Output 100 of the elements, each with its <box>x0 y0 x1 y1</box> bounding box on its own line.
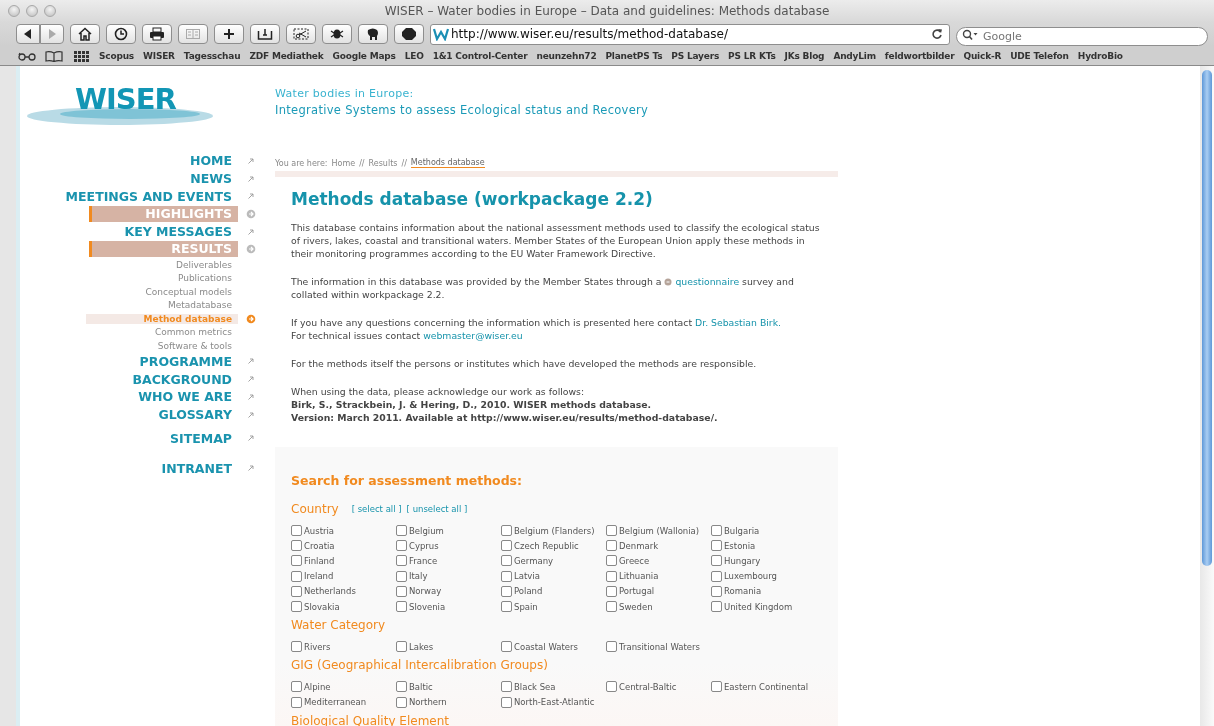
checkbox[interactable] <box>396 540 407 552</box>
bookmark-link[interactable]: PlanetPS Ts <box>605 50 663 61</box>
submenu-link[interactable]: Conceptual models <box>145 286 238 297</box>
checkbox[interactable] <box>606 681 617 693</box>
menu-link[interactable]: BACKGROUND <box>132 371 238 387</box>
toolbar-button[interactable] <box>394 24 424 44</box>
checkbox[interactable] <box>711 570 722 582</box>
checkbox[interactable] <box>606 641 617 653</box>
text-link[interactable]: [ unselect all ] <box>406 504 468 514</box>
menu-link[interactable]: HOME <box>189 153 238 169</box>
book-icon[interactable] <box>45 49 63 62</box>
checkbox[interactable] <box>606 570 617 582</box>
submenu-link[interactable]: Deliverables <box>176 259 238 270</box>
breadcrumb-link[interactable]: Results <box>368 158 398 168</box>
checkbox[interactable] <box>396 585 407 597</box>
checkbox[interactable] <box>606 585 617 597</box>
checkbox[interactable] <box>291 681 302 693</box>
submenu-link[interactable]: Metadatabase <box>167 300 238 311</box>
bookmark-link[interactable]: Tagesschau <box>183 50 241 61</box>
submenu-link[interactable]: Software & tools <box>157 340 238 351</box>
checkbox[interactable] <box>606 555 617 567</box>
toolbar-button[interactable] <box>322 24 352 44</box>
breadcrumb-link[interactable]: Methods database <box>410 158 485 168</box>
bookmark-link[interactable]: PS LR KTs <box>728 50 776 61</box>
checkbox[interactable] <box>291 570 302 582</box>
menu-link[interactable]: WHO WE ARE <box>138 389 238 405</box>
checkbox[interactable] <box>396 525 407 537</box>
menu-link[interactable]: PROGRAMME <box>139 353 238 369</box>
checkbox[interactable] <box>501 681 512 693</box>
checkbox[interactable] <box>501 540 512 552</box>
checkbox[interactable] <box>711 585 722 597</box>
toolbar-button[interactable] <box>286 24 316 44</box>
checkbox[interactable] <box>606 601 617 613</box>
breadcrumb-link[interactable]: Home <box>331 158 356 168</box>
menu-link[interactable]: GLOSSARY <box>158 407 238 423</box>
text-link[interactable]: Dr. Sebastian Birk. <box>695 317 781 328</box>
checkbox[interactable] <box>291 585 302 597</box>
menu-link[interactable]: KEY MESSAGES <box>124 224 238 240</box>
menu-link[interactable]: MEETINGS AND EVENTS <box>65 188 238 204</box>
bookmark-link[interactable]: LEO <box>404 50 424 61</box>
bookmark-link[interactable]: WISER <box>143 50 175 61</box>
checkbox[interactable] <box>291 555 302 567</box>
checkbox[interactable] <box>396 696 407 708</box>
bookmark-link[interactable]: UDE Telefon <box>1010 50 1069 61</box>
checkbox[interactable] <box>711 525 722 537</box>
close-button[interactable] <box>8 5 20 17</box>
checkbox[interactable] <box>291 641 302 653</box>
checkbox[interactable] <box>711 540 722 552</box>
checkbox[interactable] <box>396 555 407 567</box>
menu-link[interactable]: HIGHLIGHTS <box>89 205 238 222</box>
site-logo[interactable]: WISER <box>25 82 215 128</box>
checkbox[interactable] <box>711 555 722 567</box>
bookmark-link[interactable]: JKs Blog <box>784 50 825 61</box>
submenu-link[interactable]: Common metrics <box>154 327 238 338</box>
bookmark-link[interactable]: 1&1 Control-Center <box>432 50 528 61</box>
minimize-button[interactable] <box>26 5 38 17</box>
menu-link[interactable]: RESULTS <box>89 241 238 258</box>
menu-link[interactable]: SITEMAP <box>170 430 238 446</box>
checkbox[interactable] <box>291 525 302 537</box>
bookmark-link[interactable]: Google Maps <box>332 50 396 61</box>
toolbar-button[interactable] <box>250 24 280 44</box>
checkbox[interactable] <box>501 525 512 537</box>
toolbar-button[interactable] <box>142 24 172 44</box>
checkbox[interactable] <box>396 641 407 653</box>
bookmark-link[interactable]: ZDF Mediathek <box>249 50 324 61</box>
menu-link[interactable]: INTRANET <box>161 460 238 476</box>
checkbox[interactable] <box>711 601 722 613</box>
bookmark-link[interactable]: PS Layers <box>671 50 720 61</box>
search-field[interactable]: Google <box>956 26 1208 46</box>
scrollbar[interactable] <box>1200 66 1214 726</box>
back-button[interactable] <box>16 24 40 44</box>
submenu-link[interactable]: Method database <box>86 313 238 324</box>
checkbox[interactable] <box>711 681 722 693</box>
checkbox[interactable] <box>606 540 617 552</box>
checkbox[interactable] <box>396 570 407 582</box>
text-link[interactable]: webmaster@wiser.eu <box>423 330 523 341</box>
toolbar-button[interactable] <box>106 24 136 44</box>
checkbox[interactable] <box>291 540 302 552</box>
checkbox[interactable] <box>501 585 512 597</box>
toolbar-button[interactable] <box>358 24 388 44</box>
reload-icon[interactable] <box>931 28 943 40</box>
bookmark-link[interactable]: Scopus <box>99 50 134 61</box>
bookmark-link[interactable]: Quick-R <box>963 50 1002 61</box>
checkbox[interactable] <box>501 601 512 613</box>
bookmark-link[interactable]: feldwortbilder <box>884 50 955 61</box>
submenu-link[interactable]: Publications <box>177 273 238 284</box>
address-field[interactable]: http://www.wiser.eu/results/method-database/ <box>430 23 950 45</box>
zoom-button[interactable] <box>44 5 56 17</box>
checkbox[interactable] <box>291 696 302 708</box>
grid-icon[interactable] <box>72 49 90 62</box>
text-link[interactable]: questionnaire <box>675 276 740 287</box>
text-link[interactable]: [ select all ] <box>351 504 402 514</box>
toolbar-button[interactable] <box>70 24 100 44</box>
bookmark-link[interactable]: neunzehn72 <box>536 50 597 61</box>
menu-link[interactable]: NEWS <box>190 171 238 187</box>
checkbox[interactable] <box>396 681 407 693</box>
checkbox[interactable] <box>501 555 512 567</box>
checkbox[interactable] <box>396 601 407 613</box>
checkbox[interactable] <box>606 525 617 537</box>
checkbox[interactable] <box>501 570 512 582</box>
